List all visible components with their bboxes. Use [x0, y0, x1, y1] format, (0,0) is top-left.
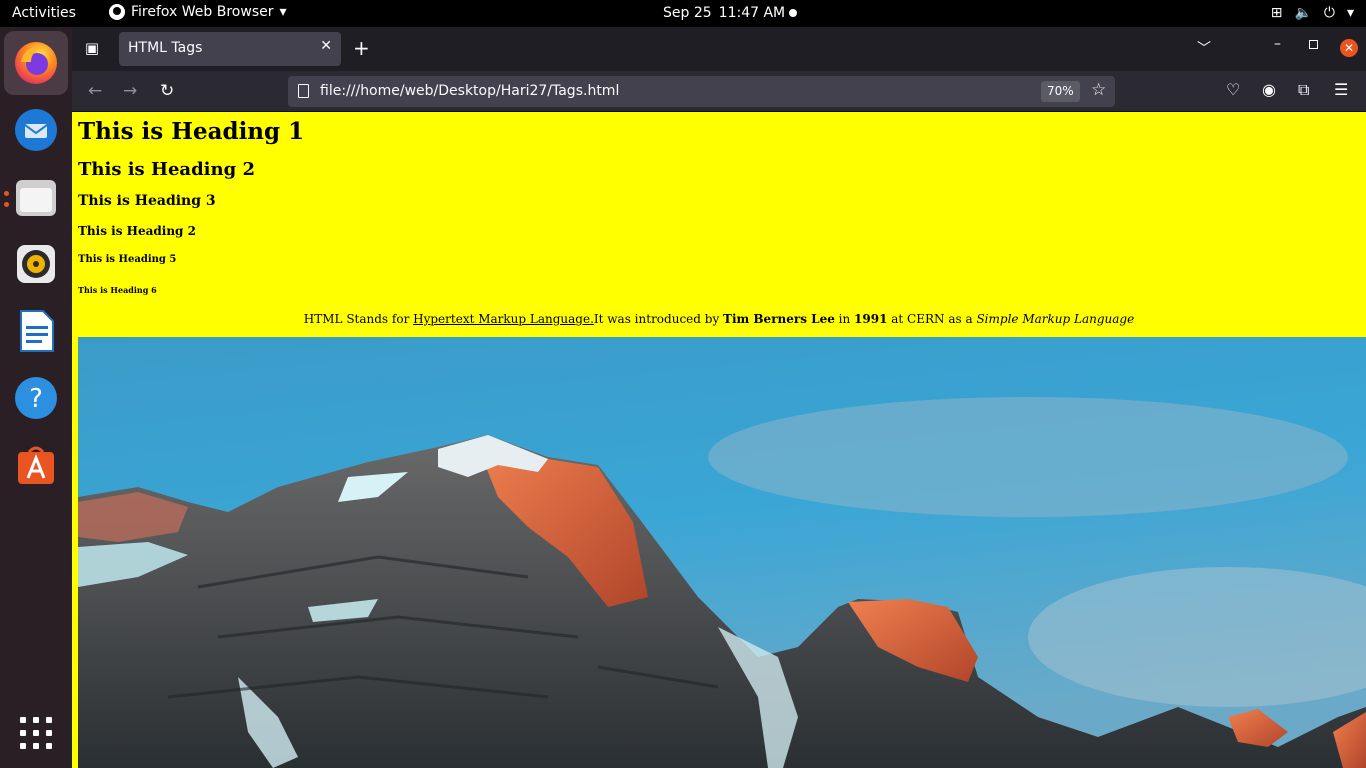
minimize-icon[interactable]: – [1274, 36, 1281, 52]
svg-text:?: ? [29, 384, 43, 414]
heading-1: This is Heading 1 [78, 118, 305, 145]
dock-help[interactable]: ? [4, 366, 68, 430]
intro-paragraph: HTML Stands for Hypertext Markup Languag… [72, 312, 1366, 326]
forward-arrow-icon[interactable]: → [123, 81, 137, 101]
chevron-down-icon: ▾ [279, 4, 287, 20]
close-tab-icon[interactable]: ✕ [320, 38, 332, 54]
clock-time: 11:47 AM [718, 5, 786, 21]
heading-5: This is Heading 5 [78, 254, 177, 265]
firefox-icon [15, 42, 57, 84]
reload-icon[interactable]: ↻ [160, 81, 174, 101]
html-link[interactable]: Hypertext Markup Language. [413, 312, 594, 326]
address-bar[interactable]: file:///home/web/Desktop/Hari27/Tags.htm… [288, 76, 1115, 107]
volume-icon: 🔈 [1294, 5, 1312, 21]
heading-4: This is Heading 2 [78, 224, 196, 238]
intro-middle-2: in [834, 312, 855, 326]
url-text[interactable]: file:///home/web/Desktop/Hari27/Tags.htm… [320, 83, 619, 99]
list-all-tabs-icon[interactable]: ﹀ [1197, 38, 1211, 58]
dock-app-center[interactable] [4, 433, 68, 497]
app-center-icon [18, 446, 54, 484]
clock-date: Sep 25 [663, 5, 712, 21]
files-icon [16, 180, 56, 216]
zoom-indicator[interactable]: 70% [1041, 81, 1080, 102]
tab-title: HTML Tags [128, 40, 203, 56]
firefox-small-icon [109, 4, 125, 20]
intro-middle-3: at CERN as a [887, 312, 977, 326]
back-arrow-icon[interactable]: ← [88, 81, 102, 101]
bookmark-star-icon[interactable]: ☆ [1091, 80, 1106, 100]
dock: ? [0, 27, 72, 768]
writer-icon [20, 310, 54, 352]
clock[interactable]: Sep 25 11:47 AM [663, 5, 785, 21]
intro-middle-1: It was introduced by [593, 312, 724, 326]
navigation-toolbar: ← → ↻ file:///home/web/Desktop/Hari27/Ta… [72, 71, 1366, 112]
chevron-down-icon: ▾ [1346, 5, 1354, 21]
dock-libreoffice-writer[interactable] [4, 299, 68, 363]
notification-dot-icon [789, 9, 797, 17]
dock-files[interactable] [4, 165, 68, 229]
year: 1991 [854, 312, 888, 326]
dock-thunderbird[interactable] [4, 98, 68, 162]
rhythmbox-icon [17, 245, 55, 283]
extensions-icon[interactable]: ⧉ [1298, 80, 1309, 100]
show-applications-icon[interactable] [20, 717, 52, 749]
heading-6: This is Heading 6 [78, 285, 157, 295]
gnome-top-bar: Activities Firefox Web Browser ▾ Sep 25 … [0, 0, 1366, 27]
dock-rhythmbox[interactable] [4, 232, 68, 296]
close-window-icon[interactable]: ✕ [1340, 39, 1358, 57]
power-icon: ⏻ [1323, 5, 1335, 21]
activities-button[interactable]: Activities [12, 5, 76, 21]
dock-firefox[interactable] [4, 31, 68, 95]
heading-3: This is Heading 3 [78, 193, 216, 209]
account-icon[interactable]: ◉ [1262, 80, 1276, 99]
app-menu[interactable]: Firefox Web Browser ▾ [109, 4, 287, 20]
system-tray[interactable]: ⊞ 🔈 ⏻ ▾ [1271, 4, 1354, 22]
mountain-image [78, 337, 1366, 768]
browser-tab-bar: ▣ HTML Tags ✕ + ﹀ – ✕ [72, 27, 1366, 71]
inventor-name: Tim Berners Lee [723, 312, 835, 326]
pocket-icon[interactable]: ♡ [1226, 80, 1240, 99]
new-tab-icon[interactable]: + [353, 36, 370, 60]
page-icon [298, 84, 309, 98]
firefox-view-icon[interactable]: ▣ [82, 39, 102, 59]
tab-html-tags[interactable]: HTML Tags ✕ [119, 32, 341, 66]
page-viewport: This is Heading 1 This is Heading 2 This… [72, 112, 1366, 768]
menu-icon[interactable]: ☰ [1334, 80, 1348, 99]
thunderbird-icon [15, 109, 57, 151]
markup-description: Simple Markup Language [976, 312, 1135, 326]
app-menu-label: Firefox Web Browser [131, 4, 274, 20]
intro-prefix: HTML Stands for [303, 312, 414, 326]
heading-2: This is Heading 2 [78, 159, 255, 180]
help-icon: ? [15, 377, 57, 419]
maximize-icon[interactable] [1309, 40, 1318, 49]
network-icon: ⊞ [1270, 5, 1283, 21]
